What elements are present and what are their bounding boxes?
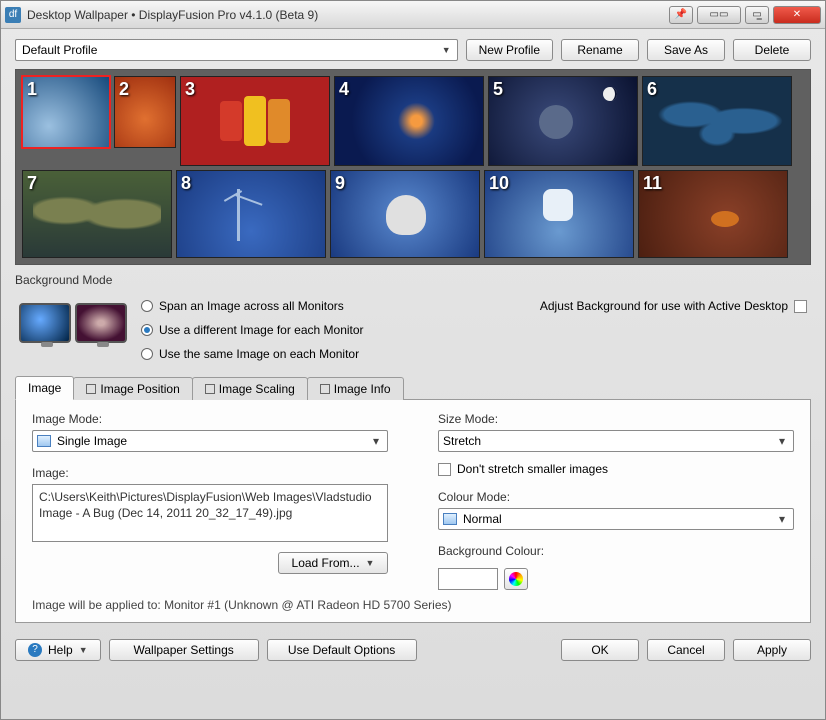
radio-icon [141,324,153,336]
window-buttons: 📌 ▭▭ ▭̲ ✕ [669,6,821,24]
colour-wheel-icon [509,572,523,586]
bg-colour-swatch[interactable] [438,568,498,590]
monitor-thumb-10[interactable]: 10 [484,170,634,258]
chevron-down-icon: ▼ [79,640,88,660]
help-button[interactable]: ?Help▼ [15,639,101,661]
radio-same[interactable]: Use the same Image on each Monitor [141,347,364,361]
monitor-switch-icon[interactable]: ▭▭ [697,6,741,24]
tab-image[interactable]: Image [15,376,74,400]
bg-colour-label: Background Colour: [438,544,794,558]
checkbox-icon [794,300,807,313]
colour-mode-value: Normal [463,512,502,526]
image-mode-value: Single Image [57,434,127,448]
app-icon: df [5,7,21,23]
footer-buttons: ?Help▼ Wallpaper Settings Use Default Op… [15,631,811,661]
chevron-down-icon: ▾ [775,512,789,526]
active-desktop-label: Adjust Background for use with Active De… [540,299,788,313]
monitor-thumb-6[interactable]: 6 [642,76,792,166]
pin-icon[interactable]: 📌 [669,6,693,24]
help-icon: ? [28,643,42,657]
radio-icon [141,300,153,312]
profile-row: Default Profile ▼ New Profile Rename Sav… [15,39,811,61]
profile-select-value: Default Profile [22,43,97,57]
monitor-thumb-7[interactable]: 7 [22,170,172,258]
radio-label: Use the same Image on each Monitor [159,347,359,361]
tab-body-image: Image Mode: Single Image ▾ Image: C:\Use… [15,399,811,623]
square-icon [320,384,330,394]
size-mode-select[interactable]: Stretch ▾ [438,430,794,452]
square-icon [205,384,215,394]
app-window: df Desktop Wallpaper • DisplayFusion Pro… [0,0,826,720]
background-mode-section: Background Mode Span an Image across all… [15,273,811,361]
image-label: Image: [32,466,388,480]
checkbox-icon [438,463,451,476]
ok-button[interactable]: OK [561,639,639,661]
monitor-thumb-5[interactable]: 5 [488,76,638,166]
chevron-down-icon: ▼ [442,45,451,55]
monitor-max-icon[interactable]: ▭̲ [745,6,769,24]
chevron-down-icon: ▼ [366,553,375,573]
image-mode-label: Image Mode: [32,412,388,426]
window-title: Desktop Wallpaper • DisplayFusion Pro v4… [27,8,318,22]
radio-span[interactable]: Span an Image across all Monitors [141,299,364,313]
radio-each[interactable]: Use a different Image for each Monitor [141,323,364,337]
delete-button[interactable]: Delete [733,39,811,61]
chevron-down-icon: ▾ [369,434,383,448]
size-mode-label: Size Mode: [438,412,794,426]
image-icon [37,435,51,447]
radio-label: Span an Image across all Monitors [159,299,344,313]
monitor-thumb-3[interactable]: 3 [180,76,330,166]
wallpaper-settings-button[interactable]: Wallpaper Settings [109,639,259,661]
load-from-button[interactable]: Load From...▼ [278,552,388,574]
monitor-thumb-8[interactable]: 8 [176,170,326,258]
monitor-thumb-2[interactable]: 2 [114,76,176,148]
close-button[interactable]: ✕ [773,6,821,24]
radio-icon [141,348,153,360]
monitor-preview-icons [19,303,127,343]
profile-select[interactable]: Default Profile ▼ [15,39,458,61]
monitor-thumbnails: 1 2 3 4 5 6 7 8 9 10 11 [15,69,811,265]
tab-image-position[interactable]: Image Position [73,377,192,400]
radio-label: Use a different Image for each Monitor [159,323,364,337]
new-profile-button[interactable]: New Profile [466,39,553,61]
tabstrip: Image Image Position Image Scaling Image… [15,375,811,399]
dont-stretch-label: Don't stretch smaller images [457,462,608,476]
colour-mode-label: Colour Mode: [438,490,794,504]
monitor-icon [75,303,127,343]
monitor-icon [19,303,71,343]
dont-stretch-option[interactable]: Don't stretch smaller images [438,462,794,476]
titlebar: df Desktop Wallpaper • DisplayFusion Pro… [1,1,825,29]
image-mode-select[interactable]: Single Image ▾ [32,430,388,452]
cancel-button[interactable]: Cancel [647,639,725,661]
background-mode-heading: Background Mode [15,273,811,287]
active-desktop-option[interactable]: Adjust Background for use with Active De… [540,299,807,313]
colour-picker-button[interactable] [504,568,528,590]
applied-to-note: Image will be applied to: Monitor #1 (Un… [32,598,794,612]
size-mode-value: Stretch [443,434,481,448]
square-icon [86,384,96,394]
monitor-thumb-9[interactable]: 9 [330,170,480,258]
tab-image-info[interactable]: Image Info [307,377,404,400]
monitor-thumb-1[interactable]: 1 [22,76,110,148]
chevron-down-icon: ▾ [775,434,789,448]
monitor-thumb-11[interactable]: 11 [638,170,788,258]
tabs-area: Image Image Position Image Scaling Image… [15,375,811,623]
image-icon [443,513,457,525]
monitor-thumb-4[interactable]: 4 [334,76,484,166]
saveas-button[interactable]: Save As [647,39,725,61]
colour-mode-select[interactable]: Normal ▾ [438,508,794,530]
rename-button[interactable]: Rename [561,39,639,61]
apply-button[interactable]: Apply [733,639,811,661]
use-default-options-button[interactable]: Use Default Options [267,639,417,661]
tab-image-scaling[interactable]: Image Scaling [192,377,308,400]
image-path-field[interactable]: C:\Users\Keith\Pictures\DisplayFusion\We… [32,484,388,542]
